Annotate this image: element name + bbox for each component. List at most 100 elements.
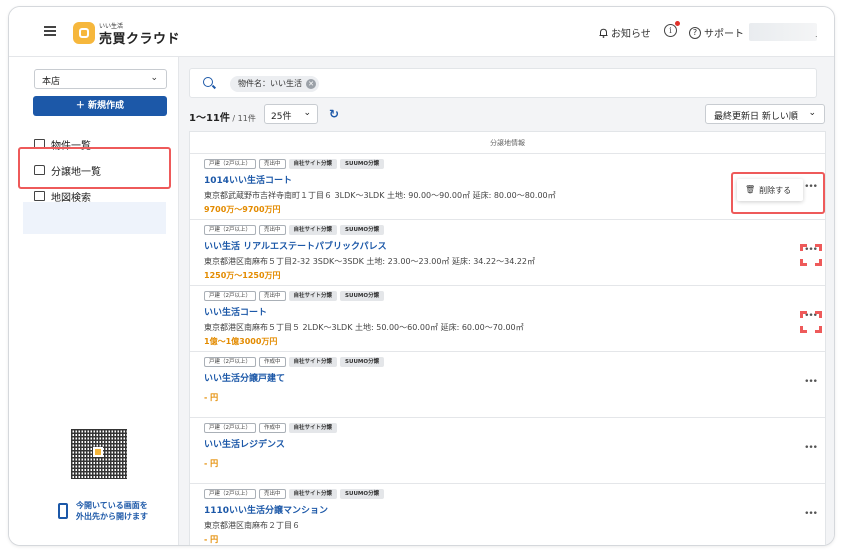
help-icon: ? [689,26,701,39]
tag-type: 戸建（2戸以上） [204,357,256,367]
main-content: 物件名：いい生活 ✕ 1〜11件 / 11件 25件 ⌄ ↻ 最終更新日 新しい… [179,57,834,545]
support-label: サポート [704,29,744,40]
list-item[interactable]: 戸建（2戸以上） 作成中 自社サイト分譲 SUUMO分譲 いい生活分譲戸建て -… [190,352,825,418]
notice-button[interactable]: お知らせ [599,25,651,40]
app-window: いい生活 売買クラウド お知らせ i ? サポート . 本店 ⌄ ＋ 新規作成 … [8,6,835,546]
tag-site: 自社サイト分譲 [288,357,338,367]
logo-title[interactable]: 売買クラウド [99,28,180,47]
refresh-icon[interactable]: ↻ [329,107,339,121]
property-name-link[interactable]: いい生活 リアルエステートパブリックパレス [204,239,825,252]
tag-type: 戸建（2戸以上） [204,423,256,433]
list-item[interactable]: 戸建（2戸以上） 売出中 自社サイト分譲 SUUMO分譲 いい生活 リアルエステ… [190,220,825,286]
tag-site: 自社サイト分譲 [288,225,338,235]
tag-status: 売出中 [259,291,286,301]
tag-site: 自社サイト分譲 [288,489,338,499]
sidebar-item-map-search[interactable]: 地図検索 [34,188,91,204]
tag-type: 戸建（2戸以上） [204,225,256,235]
qr-text-line-2: 外出先から開けます [76,512,148,521]
sort-select[interactable]: 最終更新日 新しい順 ⌄ [705,104,825,124]
property-price: - 円 [204,535,219,544]
tag-site: 自社サイト分譲 [288,291,338,301]
property-name-link[interactable]: いい生活コート [204,305,825,318]
list-item[interactable]: 戸建（2戸以上） 作成中 自社サイト分譲 いい生活レジデンス - 円 ••• [190,418,825,484]
tag-site: 自社サイト分譲 [288,159,338,169]
list-item[interactable]: 戸建（2戸以上） 売出中 自社サイト分譲 SUUMO分譲 1110いい生活分譲マ… [190,484,825,545]
list-header: 分譲地情報 [190,132,825,154]
tag-site: 自社サイト分譲 [288,423,338,433]
trash-icon: 🗑 [745,185,756,194]
more-icon[interactable]: ••• [804,443,818,453]
sidebar-item-label: 地図検索 [51,192,91,204]
focus-marker-icon [800,311,822,333]
search-bar[interactable]: 物件名：いい生活 ✕ [189,68,817,98]
tag-suumo: SUUMO分譲 [340,291,385,301]
tag-group: 戸建（2戸以上） 作成中 自社サイト分譲 [204,423,825,433]
tag-suumo: SUUMO分譲 [340,489,385,499]
menu-icon[interactable] [44,26,56,36]
search-icon [203,77,213,87]
more-icon[interactable]: ••• [804,509,818,519]
filter-chip-label: 物件名：いい生活 [238,79,302,88]
list-item[interactable]: 戸建（2戸以上） 売出中 自社サイト分譲 SUUMO分譲 1014いい生活コート… [190,154,825,220]
info-icon[interactable]: i [664,24,677,37]
tag-group: 戸建（2戸以上） 売出中 自社サイト分譲 SUUMO分譲 [204,489,825,499]
more-icon[interactable]: ••• [804,182,818,192]
highlight-box-subdivision-nav [18,147,171,189]
property-price: - 円 [204,393,219,402]
chevron-down-icon: ⌄ [808,108,816,118]
tag-status: 売出中 [259,489,286,499]
tag-status: 売出中 [259,159,286,169]
tag-suumo: SUUMO分譲 [340,159,385,169]
property-price: - 円 [204,459,219,468]
support-button[interactable]: ? サポート [689,25,744,40]
property-name-link[interactable]: 1110いい生活分譲マンション [204,503,825,516]
property-address: 東京都港区南麻布２丁目６ [204,521,300,530]
property-price: 1億〜1億3000万円 [204,337,278,346]
tag-group: 戸建（2戸以上） 作成中 自社サイト分譲 SUUMO分譲 [204,357,825,367]
bell-icon [599,28,608,38]
focus-marker-icon [800,244,822,266]
property-price: 1250万〜1250万円 [204,271,281,280]
per-page-select[interactable]: 25件 ⌄ [264,104,318,124]
tag-suumo: SUUMO分譲 [340,357,385,367]
tag-type: 戸建（2戸以上） [204,159,256,169]
per-page-value: 25件 [271,112,292,122]
tag-status: 作成中 [259,423,286,433]
property-name-link[interactable]: いい生活レジデンス [204,437,825,450]
tag-status: 作成中 [259,357,286,367]
tag-group: 戸建（2戸以上） 売出中 自社サイト分譲 SUUMO分譲 [204,225,825,235]
map-icon [34,191,45,201]
tag-group: 戸建（2戸以上） 売出中 自社サイト分譲 SUUMO分譲 [204,159,825,169]
logo-icon [73,22,95,44]
user-name-blurred[interactable] [749,23,817,41]
result-total: / 11件 [229,114,256,123]
store-select[interactable]: 本店 ⌄ [34,69,167,89]
tag-type: 戸建（2戸以上） [204,489,256,499]
close-icon[interactable]: ✕ [306,79,316,89]
new-create-button[interactable]: ＋ 新規作成 [33,96,167,116]
qr-promo-text: 今開いている画面を 外出先から開けます [76,500,176,522]
delete-menu-item[interactable]: 🗑 削除する [737,179,803,201]
qr-logo-icon [93,447,103,457]
notification-dot [675,21,680,26]
result-range: 1〜11件 [189,113,230,124]
highlight-box-delete-menu: 🗑 削除する ••• [731,172,825,214]
filter-chip[interactable]: 物件名：いい生活 ✕ [230,76,319,92]
notice-label: お知らせ [611,29,651,40]
tag-suumo: SUUMO分譲 [340,225,385,235]
tag-type: 戸建（2戸以上） [204,291,256,301]
property-address: 東京都港区南麻布５丁目2-32 3SDK〜3SDK 土地: 23.00〜23.0… [204,257,536,266]
sort-value: 最終更新日 新しい順 [714,112,798,122]
delete-label: 削除する [759,186,792,195]
tag-status: 売出中 [259,225,286,235]
chevron-down-icon: ⌄ [303,108,311,118]
active-nav-background [23,202,166,234]
result-count: 1〜11件 / 11件 [189,109,256,124]
tag-group: 戸建（2戸以上） 売出中 自社サイト分譲 SUUMO分譲 [204,291,825,301]
more-icon[interactable]: ••• [804,377,818,387]
smartphone-icon [58,503,68,519]
property-address: 東京都港区南麻布５丁目５ 2LDK〜3LDK 土地: 50.00〜60.00㎡ … [204,323,524,332]
list-item[interactable]: 戸建（2戸以上） 売出中 自社サイト分譲 SUUMO分譲 いい生活コート 東京都… [190,286,825,352]
store-select-value: 本店 [42,77,61,87]
property-name-link[interactable]: いい生活分譲戸建て [204,371,825,384]
